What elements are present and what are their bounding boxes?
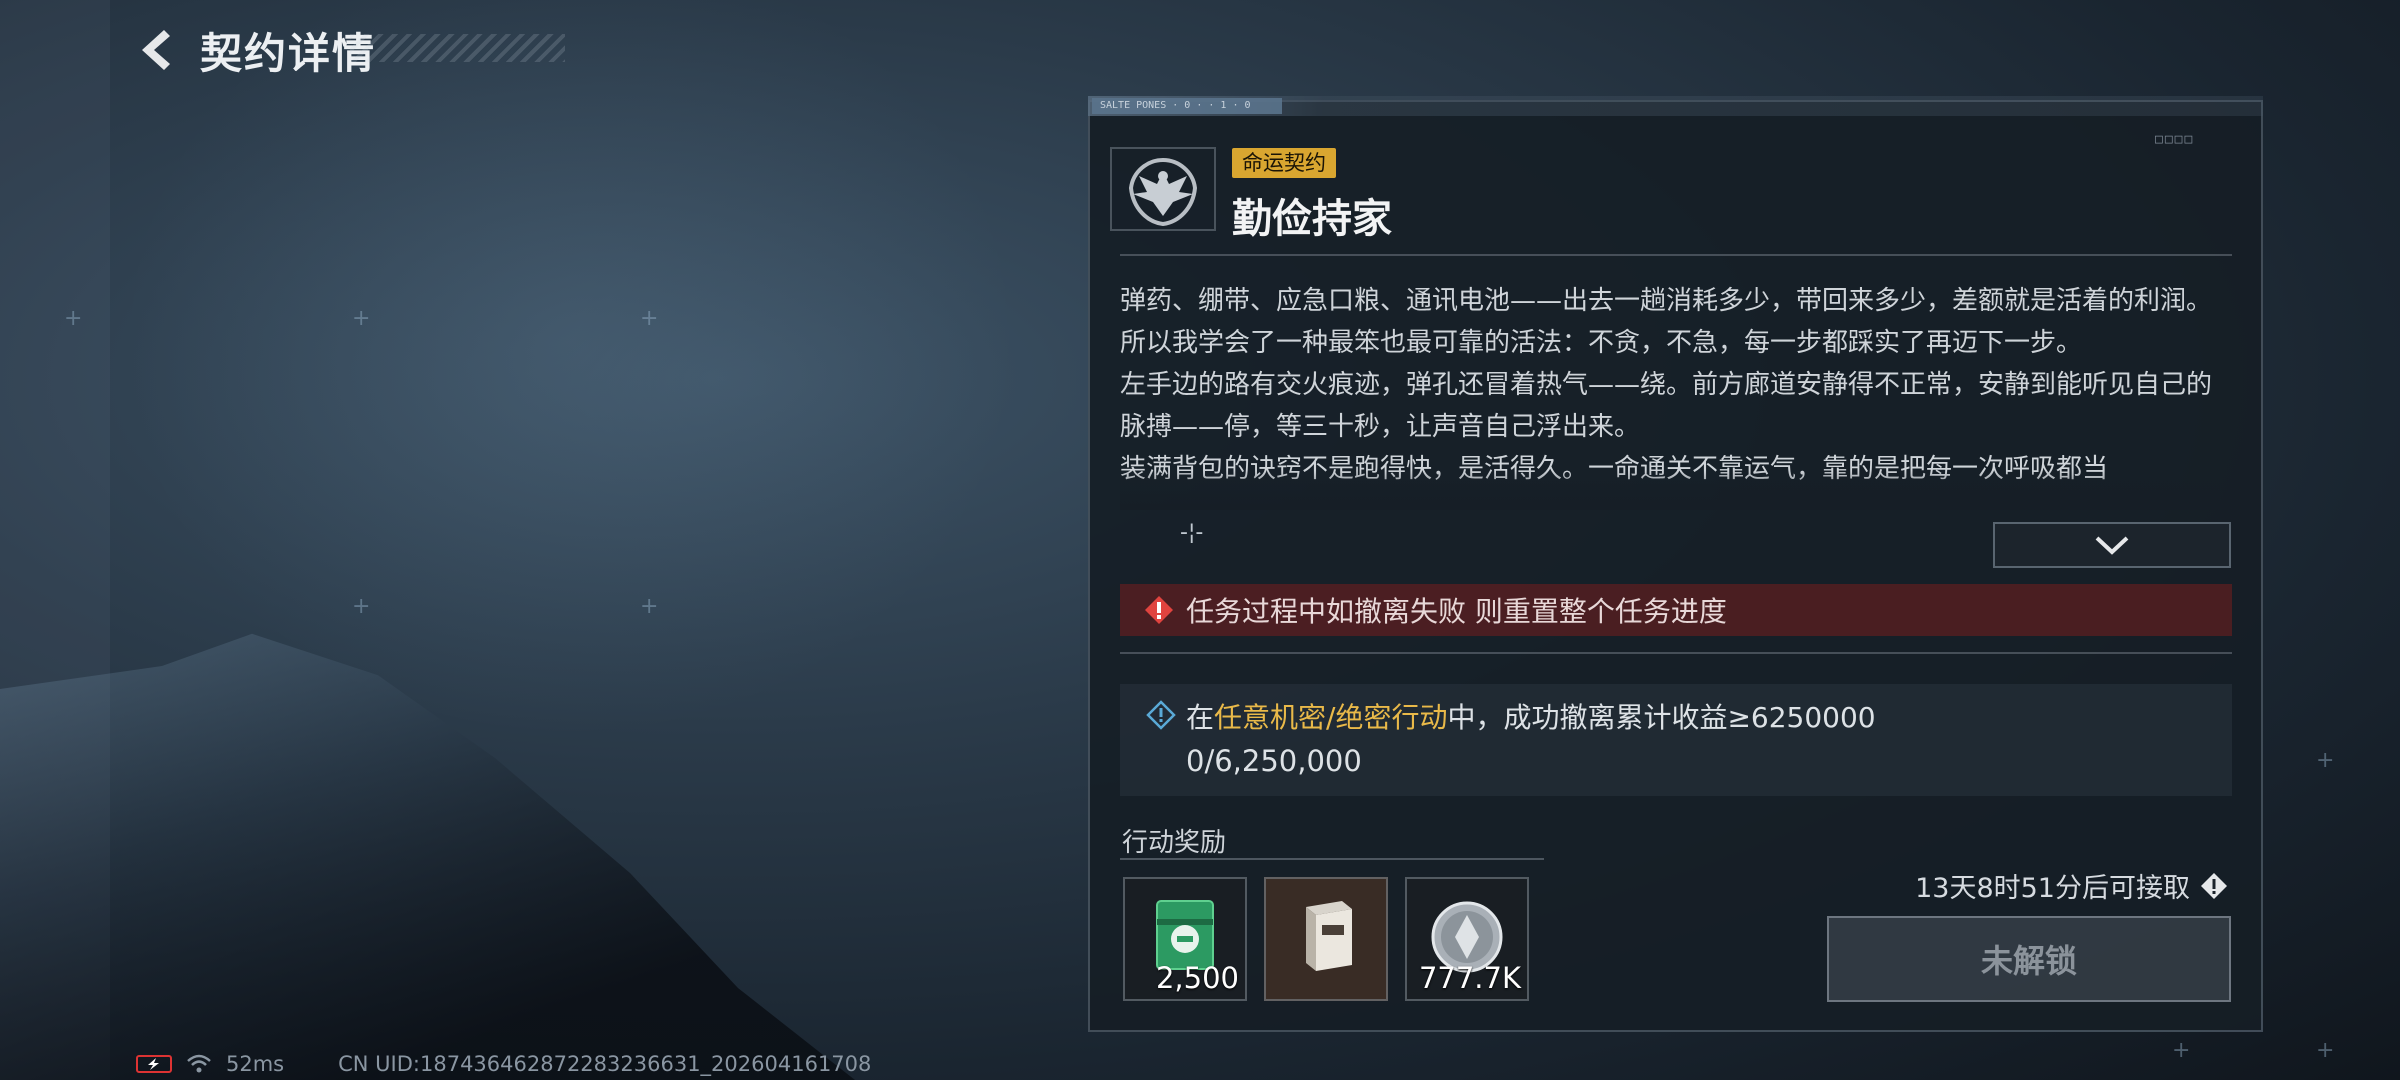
back-arrow-icon[interactable]	[130, 26, 178, 74]
objective-prefix: 在	[1186, 701, 1215, 734]
timer-text: 13天8时51分后可接取	[1915, 873, 2190, 904]
reward-slot[interactable]	[1264, 877, 1388, 1001]
grid-plus-icon: +	[2316, 748, 2335, 773]
reward-slot[interactable]: 777.7K	[1405, 877, 1529, 1001]
uid-text: CN UID:18743646287228323663​1_2026041617…	[338, 1052, 872, 1076]
contract-type-badge: 命运契约	[1232, 148, 1336, 178]
grid-plus-icon: +	[64, 306, 83, 331]
unlock-button-label: 未解锁	[1980, 942, 2077, 980]
corner-marks: □□□□	[2155, 132, 2195, 147]
title-stripes	[350, 34, 565, 62]
objective-progress: 0/6,250,000	[1186, 744, 1362, 778]
status-bar: 52ms CN UID:18743646287228323663​1_20260…	[136, 1052, 871, 1076]
reward-quantity: 777.7K	[1418, 961, 1521, 995]
rewards-divider	[1120, 858, 1544, 860]
story-paragraph: 弹药、绷带、应急口粮、通讯电池——出去一趟消耗多少，带回来多少，差额就是活着的利…	[1120, 286, 2213, 316]
unlock-button[interactable]: 未解锁	[1827, 916, 2231, 1002]
objective-text: 在 任意机密/绝密行动 中，成功撤离累计收益≥6250000	[1186, 696, 1876, 736]
grid-plus-icon: +	[352, 306, 371, 331]
reward-quantity: 2,500	[1155, 961, 1239, 995]
warning-diamond-icon	[1145, 596, 1173, 624]
divider	[1120, 652, 2232, 654]
story-paragraph: 所以我学会了一种最笨也最可靠的活法：不贪，不急，每一步都踩实了再迈下一步。	[1120, 328, 2083, 358]
contract-title: 勤俭持家	[1232, 196, 1392, 242]
objective-highlight: 任意机密/绝密行动	[1214, 701, 1448, 734]
expand-story-button[interactable]	[1993, 522, 2231, 568]
battery-icon	[136, 1055, 172, 1073]
background-glow	[120, 0, 1020, 740]
wifi-icon	[187, 1054, 211, 1073]
grid-plus-icon: +	[640, 594, 659, 619]
grid-plus-icon: +	[352, 594, 371, 619]
divider	[1120, 254, 2232, 256]
grid-plus-icon: +	[2316, 1038, 2335, 1063]
chevron-down-icon	[2095, 536, 2129, 555]
crosshair-icon: -¦-	[1180, 520, 1204, 545]
availability-timer: 13天8时51分后可接取	[1915, 866, 2228, 905]
rewards-label: 行动奖励	[1122, 828, 1227, 858]
objective-suffix: 中，成功撤离累计收益≥6250000	[1447, 701, 1876, 734]
eagle-emblem-icon	[1108, 145, 1218, 233]
grid-plus-icon: +	[640, 306, 659, 331]
failure-warning: 任务过程中如撤离失败 则重置整个任务进度	[1120, 584, 2232, 636]
ping-text: 52ms	[226, 1052, 285, 1076]
story-paragraph: 左手边的路有交火痕迹，弹孔还冒着热气——绕。前方廊道安静得不正常，安静到能听见自…	[1120, 370, 2213, 442]
reward-slot[interactable]: 2,500	[1123, 877, 1247, 1001]
warning-text: 任务过程中如撤离失败 则重置整个任务进度	[1186, 595, 1727, 628]
supply-box-icon	[1306, 901, 1352, 971]
grid-plus-icon: +	[2172, 1038, 2191, 1063]
info-diamond-icon[interactable]	[2200, 872, 2228, 900]
page-header: 契约详情	[130, 20, 376, 80]
info-diamond-icon	[1146, 700, 1176, 734]
story-fade	[1120, 470, 2220, 510]
panel-topbar-tag: SALTE PONES · 0 · · 1 · 0	[1092, 98, 1282, 114]
